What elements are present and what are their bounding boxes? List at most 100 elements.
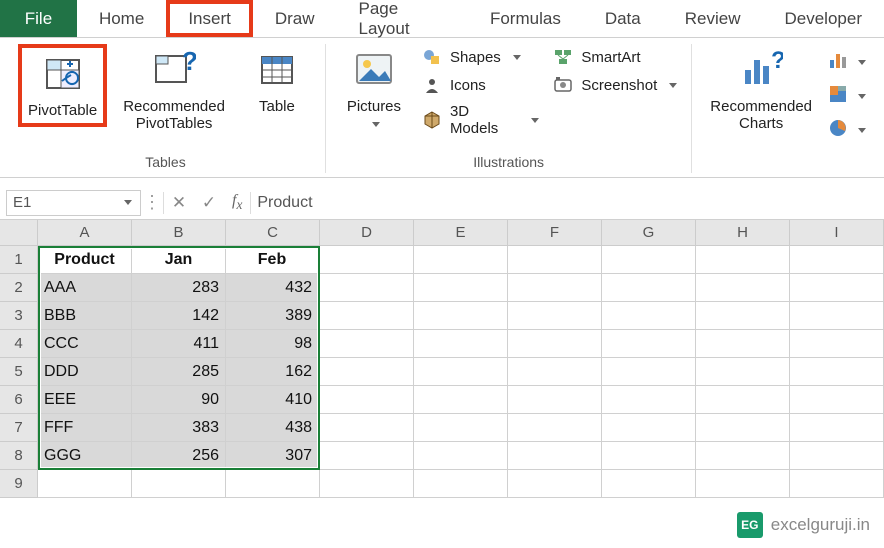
cell-D9[interactable] [320, 470, 414, 498]
col-header-H[interactable]: H [696, 220, 790, 246]
cell-D5[interactable] [320, 358, 414, 386]
cell-A2[interactable]: AAA [38, 274, 132, 302]
icons-button[interactable]: Icons [420, 74, 541, 96]
row-header-2[interactable]: 2 [0, 274, 38, 302]
cell-A9[interactable] [38, 470, 132, 498]
formula-input[interactable] [251, 194, 884, 212]
cell-E2[interactable] [414, 274, 508, 302]
enter-formula-button[interactable]: ✓ [194, 193, 224, 213]
cell-D7[interactable] [320, 414, 414, 442]
cell-B5[interactable]: 285 [132, 358, 226, 386]
cell-D8[interactable] [320, 442, 414, 470]
cell-C4[interactable]: 98 [226, 330, 320, 358]
cell-E3[interactable] [414, 302, 508, 330]
cell-E4[interactable] [414, 330, 508, 358]
row-header-7[interactable]: 7 [0, 414, 38, 442]
pictures-button[interactable]: Pictures [338, 44, 410, 136]
cell-F4[interactable] [508, 330, 602, 358]
cell-E8[interactable] [414, 442, 508, 470]
row-header-5[interactable]: 5 [0, 358, 38, 386]
tab-page-layout[interactable]: Page Layout [337, 0, 468, 37]
cell-C6[interactable]: 410 [226, 386, 320, 414]
cell-I9[interactable] [790, 470, 884, 498]
col-header-A[interactable]: A [38, 220, 132, 246]
cell-C9[interactable] [226, 470, 320, 498]
cell-D2[interactable] [320, 274, 414, 302]
cell-F6[interactable] [508, 386, 602, 414]
cell-C7[interactable]: 438 [226, 414, 320, 442]
cell-F9[interactable] [508, 470, 602, 498]
cell-B6[interactable]: 90 [132, 386, 226, 414]
cell-A8[interactable]: GGG [38, 442, 132, 470]
tab-formulas[interactable]: Formulas [468, 0, 583, 37]
cell-G3[interactable] [602, 302, 696, 330]
cell-D4[interactable] [320, 330, 414, 358]
hierarchy-chart-button[interactable] [828, 84, 866, 108]
cell-B7[interactable]: 383 [132, 414, 226, 442]
cell-G7[interactable] [602, 414, 696, 442]
col-header-I[interactable]: I [790, 220, 884, 246]
cell-H1[interactable] [696, 246, 790, 274]
cell-F8[interactable] [508, 442, 602, 470]
cell-I7[interactable] [790, 414, 884, 442]
cancel-formula-button[interactable]: ✕ [164, 193, 194, 213]
recommended-pivottables-button[interactable]: ? Recommended PivotTables [117, 44, 231, 136]
pie-chart-button[interactable] [828, 118, 866, 142]
row-header-9[interactable]: 9 [0, 470, 38, 498]
cell-I5[interactable] [790, 358, 884, 386]
shapes-button[interactable]: Shapes [420, 46, 541, 68]
cell-D6[interactable] [320, 386, 414, 414]
cell-G8[interactable] [602, 442, 696, 470]
cell-F1[interactable] [508, 246, 602, 274]
name-box[interactable] [6, 190, 141, 216]
smartart-button[interactable]: SmartArt [551, 46, 679, 68]
cell-C2[interactable]: 432 [226, 274, 320, 302]
3d-models-button[interactable]: 3D Models [420, 102, 541, 138]
row-header-1[interactable]: 1 [0, 246, 38, 274]
cell-B3[interactable]: 142 [132, 302, 226, 330]
select-all-corner[interactable] [0, 220, 38, 246]
tab-review[interactable]: Review [663, 0, 763, 37]
pivottable-button[interactable]: PivotTable [18, 44, 107, 127]
cell-E5[interactable] [414, 358, 508, 386]
recommended-charts-button[interactable]: ? Recommended Charts [704, 44, 818, 136]
screenshot-button[interactable]: Screenshot [551, 74, 679, 96]
cell-I4[interactable] [790, 330, 884, 358]
cell-H9[interactable] [696, 470, 790, 498]
cell-F5[interactable] [508, 358, 602, 386]
cell-F7[interactable] [508, 414, 602, 442]
tab-developer[interactable]: Developer [763, 0, 884, 37]
cell-G1[interactable] [602, 246, 696, 274]
cell-A7[interactable]: FFF [38, 414, 132, 442]
cell-C3[interactable]: 389 [226, 302, 320, 330]
cell-H3[interactable] [696, 302, 790, 330]
cell-C8[interactable]: 307 [226, 442, 320, 470]
tab-home[interactable]: Home [77, 0, 166, 37]
row-header-4[interactable]: 4 [0, 330, 38, 358]
cell-A1[interactable]: Product [38, 246, 132, 274]
cell-E6[interactable] [414, 386, 508, 414]
col-header-B[interactable]: B [132, 220, 226, 246]
cell-B4[interactable]: 411 [132, 330, 226, 358]
cell-F3[interactable] [508, 302, 602, 330]
cell-D3[interactable] [320, 302, 414, 330]
cell-E9[interactable] [414, 470, 508, 498]
col-header-F[interactable]: F [508, 220, 602, 246]
cell-C1[interactable]: Feb [226, 246, 320, 274]
cell-G2[interactable] [602, 274, 696, 302]
col-header-G[interactable]: G [602, 220, 696, 246]
col-header-E[interactable]: E [414, 220, 508, 246]
tab-insert[interactable]: Insert [166, 0, 253, 37]
cell-H8[interactable] [696, 442, 790, 470]
col-header-C[interactable]: C [226, 220, 320, 246]
cell-I8[interactable] [790, 442, 884, 470]
cell-H6[interactable] [696, 386, 790, 414]
col-header-D[interactable]: D [320, 220, 414, 246]
cell-B1[interactable]: Jan [132, 246, 226, 274]
cell-C5[interactable]: 162 [226, 358, 320, 386]
name-box-input[interactable] [7, 194, 97, 211]
column-chart-button[interactable] [828, 50, 866, 74]
row-header-6[interactable]: 6 [0, 386, 38, 414]
cell-H4[interactable] [696, 330, 790, 358]
tab-data[interactable]: Data [583, 0, 663, 37]
